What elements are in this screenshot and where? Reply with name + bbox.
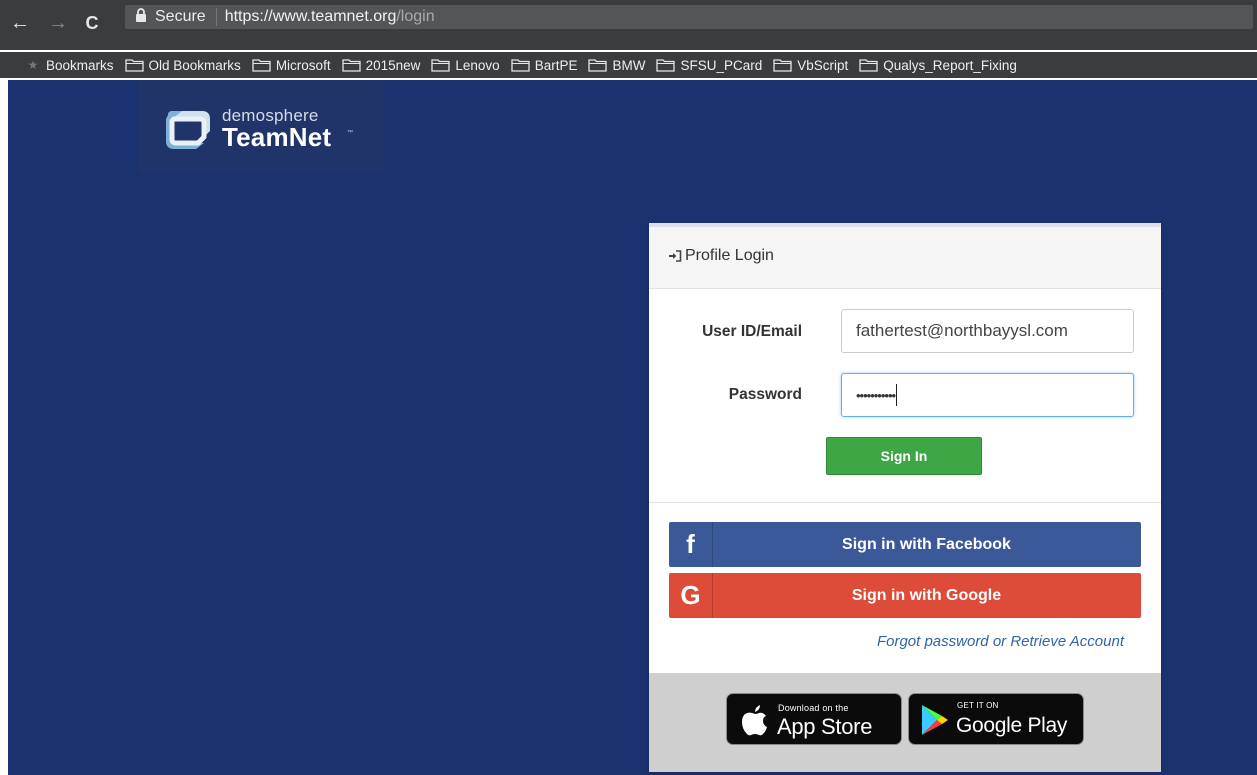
- logo-trademark: ™: [347, 130, 353, 136]
- google-sign-in-button[interactable]: G Sign in with Google: [669, 573, 1141, 618]
- bookmark-label: Microsoft: [275, 57, 331, 73]
- folder-icon: [431, 59, 451, 72]
- forward-button[interactable]: →: [46, 8, 70, 38]
- bookmark-label: Qualys_Report_Fixing: [883, 57, 1017, 73]
- logo-big-text: TeamNet: [222, 122, 332, 152]
- back-arrow-icon: ←: [10, 11, 30, 34]
- folder-icon: [656, 59, 676, 72]
- folder-icon: [124, 59, 144, 72]
- browser-toolbar: ← → C Secure https://www.teamnet.org /lo…: [0, 0, 1257, 50]
- folder-icon: [341, 59, 361, 72]
- apple-logo-icon: [742, 705, 767, 736]
- folder-icon: [252, 59, 271, 72]
- password-field[interactable]: •••••••••••: [841, 373, 1134, 417]
- google-play-icon: [922, 705, 948, 735]
- password-value: •••••••••••: [856, 387, 896, 403]
- bookmark-folder-sfsu-pcard[interactable]: SFSU_PCard: [656, 58, 762, 73]
- google-icon: G: [669, 573, 713, 618]
- teamnet-logo[interactable]: demosphere TeamNet ™: [138, 80, 383, 173]
- sign-in-button-label: Sign In: [880, 448, 928, 464]
- folder-icon: [511, 59, 530, 72]
- bookmark-folder-old-bookmarks[interactable]: Old Bookmarks: [124, 57, 241, 73]
- login-card: Profile Login User ID/Email fathertest@n…: [649, 223, 1161, 772]
- facebook-sign-in-button[interactable]: f Sign in with Facebook: [669, 522, 1141, 567]
- page-content: demosphere TeamNet ™ Profile Login User …: [8, 80, 1257, 775]
- bookmark-folder-qualys-report-fixing[interactable]: Qualys_Report_Fixing: [859, 58, 1017, 73]
- password-label: Password: [728, 386, 802, 403]
- bookmark-label: BMW: [612, 57, 646, 73]
- bookmark-folder-bmw[interactable]: BMW: [588, 58, 645, 73]
- url-host: https://www.teamnet.org: [224, 8, 397, 25]
- reload-button[interactable]: C: [80, 8, 104, 38]
- bookmark-label: VbScript: [797, 57, 849, 73]
- bookmark-folder-2015new[interactable]: 2015new: [341, 57, 421, 73]
- app-store-big-text: App Store: [777, 714, 873, 739]
- bookmark-label: Lenovo: [455, 57, 500, 73]
- address-bar[interactable]: Secure https://www.teamnet.org /login: [125, 5, 1253, 29]
- google-play-badge[interactable]: GET IT ON Google Play: [908, 693, 1084, 745]
- facebook-icon: f: [669, 522, 713, 567]
- bookmark-folder-lenovo[interactable]: Lenovo: [431, 57, 500, 73]
- facebook-glyph: f: [686, 529, 695, 559]
- bookmark-label: 2015new: [365, 57, 421, 73]
- login-card-title: Profile Login: [685, 247, 774, 264]
- bookmark-bookmarks[interactable]: Bookmarks: [46, 58, 114, 73]
- user-id-email-value: fathertest@northbayysl.com: [856, 321, 1068, 340]
- bookmarks-bar: ★ Bookmarks Old Bookmarks Microsoft 2015…: [0, 52, 1257, 78]
- url-path: /login: [396, 8, 435, 25]
- bookmark-folder-microsoft[interactable]: Microsoft: [252, 58, 331, 73]
- star-icon: ★: [27, 58, 39, 72]
- bookmark-label: Bookmarks: [46, 57, 114, 73]
- reload-icon: C: [85, 12, 99, 33]
- facebook-sign-in-label: Sign in with Facebook: [842, 535, 1011, 553]
- sign-in-icon: [668, 250, 682, 265]
- bookmark-folder-vbscript[interactable]: VbScript: [773, 58, 848, 73]
- login-card-header: Profile Login: [649, 227, 1161, 289]
- secure-label: Secure: [155, 8, 217, 26]
- app-store-band: Download on the App Store GET IT ON Goog…: [649, 673, 1161, 772]
- sign-in-button[interactable]: Sign In: [826, 437, 982, 475]
- bookmark-label: SFSU_PCard: [680, 57, 763, 73]
- text-caret: [896, 384, 898, 406]
- bookmark-label: Old Bookmarks: [148, 57, 241, 73]
- google-play-big-text: Google Play: [956, 714, 1068, 737]
- user-id-email-label: User ID/Email: [702, 323, 802, 340]
- demosphere-swirl-icon: [166, 111, 210, 149]
- browser-window: ← → C Secure https://www.teamnet.org /lo…: [0, 0, 1257, 775]
- app-store-small-text: Download on the: [778, 703, 849, 713]
- bookmark-folder-bartpe[interactable]: BartPE: [511, 57, 578, 73]
- section-divider: [649, 502, 1161, 503]
- back-button[interactable]: ←: [8, 8, 32, 38]
- google-sign-in-label: Sign in with Google: [851, 586, 1002, 604]
- folder-icon: [588, 59, 608, 72]
- lock-icon: [133, 7, 155, 27]
- google-glyph: G: [680, 580, 701, 610]
- folder-icon: [859, 59, 878, 72]
- user-id-email-field[interactable]: fathertest@northbayysl.com: [841, 309, 1134, 353]
- forward-arrow-icon: →: [48, 11, 68, 34]
- bookmark-label: BartPE: [534, 57, 578, 73]
- forgot-password-link[interactable]: Forgot password or Retrieve Account: [877, 633, 1124, 650]
- google-play-small-text: GET IT ON: [957, 701, 999, 710]
- app-store-badge[interactable]: Download on the App Store: [726, 693, 902, 745]
- folder-icon: [773, 59, 792, 72]
